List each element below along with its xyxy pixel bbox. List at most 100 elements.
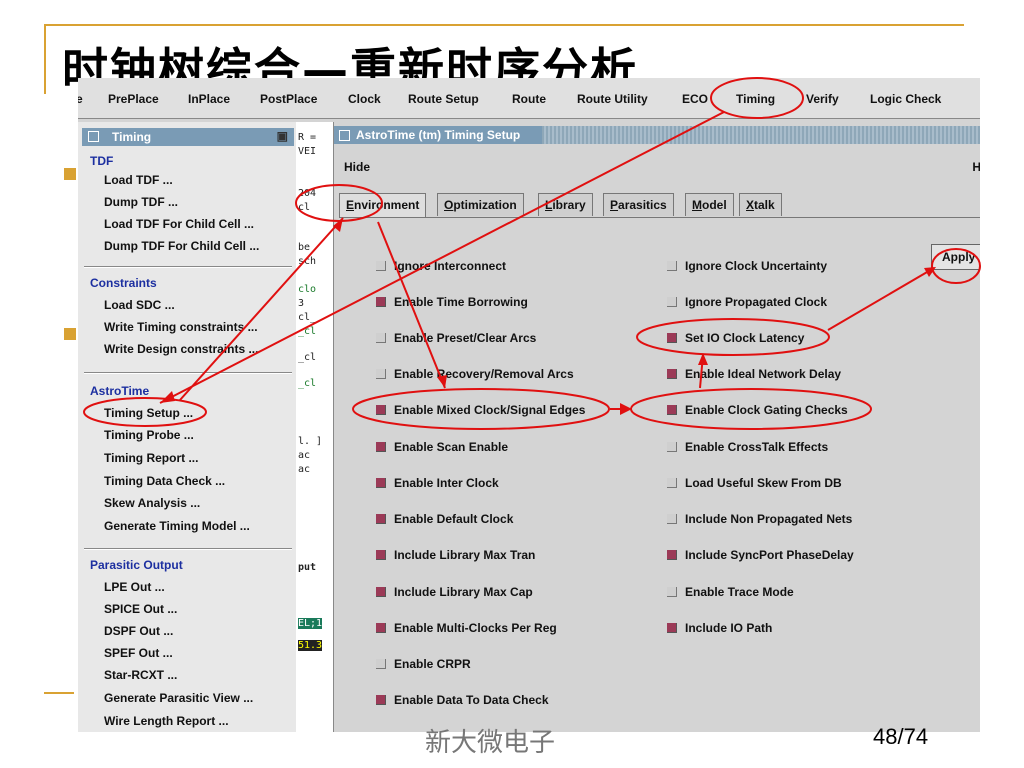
menu-dspf-out[interactable]: DSPF Out ...: [104, 624, 173, 638]
menu-skew-analysis[interactable]: Skew Analysis ...: [104, 496, 200, 510]
section-tdf: TDF: [90, 154, 114, 168]
timing-panel-titlebar[interactable]: Timing ▣: [82, 128, 294, 146]
console-text: sch: [298, 256, 317, 267]
console-text: ac: [298, 464, 311, 475]
menu-item[interactable]: e: [78, 92, 83, 106]
menu-lpe-out[interactable]: LPE Out ...: [104, 580, 165, 594]
console-text: ac: [298, 450, 311, 461]
main-menubar: e PrePlace InPlace PostPlace Clock Route…: [78, 78, 980, 119]
checkbox-indicator[interactable]: [667, 333, 677, 343]
checkbox-indicator[interactable]: [667, 297, 677, 307]
menu-route-setup[interactable]: Route Setup: [408, 92, 479, 106]
checkbox-indicator[interactable]: [667, 261, 677, 271]
menu-logic-check[interactable]: Logic Check: [870, 92, 941, 106]
menu-timing-data-check[interactable]: Timing Data Check ...: [104, 474, 225, 488]
window-menu-icon[interactable]: [88, 131, 99, 142]
checkbox-indicator[interactable]: [376, 369, 386, 379]
section-astrotime: AstroTime: [90, 384, 150, 398]
console-text: _cl: [298, 352, 317, 363]
menu-load-sdc[interactable]: Load SDC ...: [104, 298, 175, 312]
checkbox-indicator[interactable]: [667, 478, 677, 488]
slide-bottom-rule: [44, 692, 74, 694]
checkbox-indicator[interactable]: [667, 442, 677, 452]
checkbox-indicator[interactable]: [376, 623, 386, 633]
checkbox-indicator[interactable]: [667, 623, 677, 633]
menu-timing[interactable]: Timing: [736, 92, 775, 106]
menu-wire-length-report[interactable]: Wire Length Report ...: [104, 714, 229, 728]
console-text: 3: [298, 298, 305, 309]
menu-verify[interactable]: Verify: [806, 92, 839, 106]
menu-eco[interactable]: ECO: [682, 92, 708, 106]
menu-timing-report[interactable]: Timing Report ...: [104, 451, 198, 465]
checkbox-indicator[interactable]: [376, 478, 386, 488]
bullet-square: [64, 168, 76, 180]
menu-postplace[interactable]: PostPlace: [260, 92, 317, 106]
tab-xtalk[interactable]: Xtalk: [739, 193, 782, 216]
maximize-icon[interactable]: ▣: [277, 129, 288, 143]
menu-load-tdf-child[interactable]: Load TDF For Child Cell ...: [104, 217, 254, 231]
menu-dump-tdf-child[interactable]: Dump TDF For Child Cell ...: [104, 239, 259, 253]
tab-parasitics[interactable]: Parasitics: [603, 193, 674, 216]
window-menu-icon[interactable]: [339, 130, 350, 141]
menu-clock[interactable]: Clock: [348, 92, 381, 106]
checkbox-indicator[interactable]: [376, 514, 386, 524]
slide-page-number: 48/74: [873, 724, 929, 749]
menu-star-rcxt[interactable]: Star-RCXT ...: [104, 668, 177, 682]
menu-spice-out[interactable]: SPICE Out ...: [104, 602, 177, 616]
slide-footer: 新大微电子: [425, 728, 556, 758]
help-button[interactable]: H: [972, 160, 980, 174]
console-text: VEI: [298, 146, 317, 157]
hide-button[interactable]: Hide: [344, 160, 370, 174]
menu-inplace[interactable]: InPlace: [188, 92, 230, 106]
tab-optimization[interactable]: Optimization: [437, 193, 524, 216]
checkbox-indicator[interactable]: [376, 405, 386, 415]
menu-spef-out[interactable]: SPEF Out ...: [104, 646, 173, 660]
divider: [84, 266, 292, 268]
console-text: cl: [298, 202, 311, 213]
checkbox-indicator[interactable]: [376, 442, 386, 452]
checkbox-indicator[interactable]: [667, 514, 677, 524]
menu-preplace[interactable]: PrePlace: [108, 92, 159, 106]
dialog-titlebar[interactable]: AstroTime (tm) Timing Setup: [334, 126, 980, 144]
menu-write-timing-constraints[interactable]: Write Timing constraints ...: [104, 320, 258, 334]
menu-timing-probe[interactable]: Timing Probe ...: [104, 428, 194, 442]
tab-environment[interactable]: Environment: [339, 193, 427, 218]
timing-menu-panel: Timing ▣ TDF Load TDF ... Dump TDF ... L…: [78, 122, 298, 732]
checkbox-indicator[interactable]: [376, 261, 386, 271]
console-text: be: [298, 242, 311, 253]
divider: [84, 372, 292, 374]
astro-application-window: e PrePlace InPlace PostPlace Clock Route…: [78, 78, 980, 732]
checkbox-indicator[interactable]: [376, 333, 386, 343]
background-console-fragment: R = VEI 204 cl be sch clo 3 cl_ _cl _cl …: [296, 122, 334, 732]
tab-library[interactable]: Library: [538, 193, 593, 216]
timing-panel-title: Timing: [112, 130, 152, 144]
checkbox-indicator[interactable]: [667, 587, 677, 597]
checkbox-indicator[interactable]: [667, 405, 677, 415]
timing-setup-dialog: AstroTime (tm) Timing Setup Hide H Envir…: [333, 122, 980, 732]
tab-model[interactable]: Model: [685, 193, 734, 216]
menu-write-design-constraints[interactable]: Write Design constraints ...: [104, 342, 258, 356]
apply-button[interactable]: Apply: [931, 244, 980, 270]
console-text: l. ]: [298, 436, 323, 447]
divider: [84, 548, 292, 550]
menu-timing-setup[interactable]: Timing Setup ...: [104, 406, 193, 420]
checkbox-indicator[interactable]: [376, 587, 386, 597]
menu-dump-tdf[interactable]: Dump TDF ...: [104, 195, 178, 209]
menu-route-utility[interactable]: Route Utility: [577, 92, 648, 106]
slide-left-rule: [44, 24, 46, 94]
menu-generate-timing-model[interactable]: Generate Timing Model ...: [104, 519, 250, 533]
checkbox-indicator[interactable]: [376, 550, 386, 560]
checkbox-indicator[interactable]: [667, 369, 677, 379]
bullet-square: [64, 328, 76, 340]
console-text: clo: [298, 284, 317, 295]
console-text: cl_: [298, 312, 317, 323]
console-text: EL;1: [298, 618, 323, 629]
menu-load-tdf[interactable]: Load TDF ...: [104, 173, 173, 187]
menu-generate-parasitic-view[interactable]: Generate Parasitic View ...: [104, 691, 253, 705]
checkbox-indicator[interactable]: [376, 695, 386, 705]
checkbox-indicator[interactable]: [376, 297, 386, 307]
menu-route[interactable]: Route: [512, 92, 546, 106]
console-text: R =: [298, 132, 317, 143]
checkbox-indicator[interactable]: [667, 550, 677, 560]
checkbox-indicator[interactable]: [376, 659, 386, 669]
